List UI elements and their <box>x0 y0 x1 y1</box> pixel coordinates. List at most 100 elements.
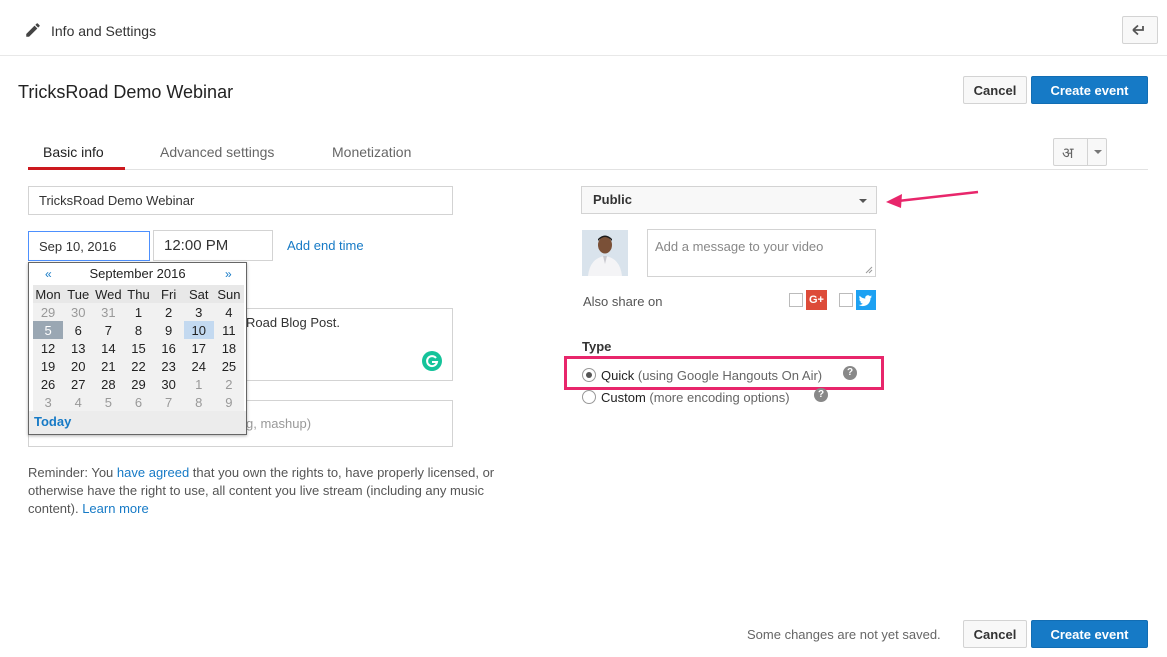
calendar-day[interactable]: 23 <box>153 357 184 375</box>
weekday-header: Sun <box>213 285 244 303</box>
calendar-day[interactable]: 29 <box>123 375 154 393</box>
calendar-day[interactable]: 30 <box>153 375 184 393</box>
topbar-title: Info and Settings <box>51 23 157 39</box>
calendar-day[interactable]: 9 <box>153 321 184 339</box>
cancel-button[interactable]: Cancel <box>963 76 1027 104</box>
back-button[interactable] <box>1122 16 1158 44</box>
calendar-day[interactable]: 14 <box>93 339 124 357</box>
calendar-day[interactable]: 21 <box>93 357 124 375</box>
calendar-day[interactable]: 6 <box>63 321 94 339</box>
chevron-down-icon <box>1094 150 1102 154</box>
footer-cancel-button[interactable]: Cancel <box>963 620 1027 648</box>
custom-sub-text: (more encoding options) <box>649 390 790 405</box>
calendar-day[interactable]: 17 <box>183 339 214 357</box>
calendar-day[interactable]: 8 <box>123 321 154 339</box>
quick-sub-text: (using Google Hangouts On Air) <box>637 368 823 383</box>
title-input[interactable]: TricksRoad Demo Webinar <box>28 186 453 215</box>
weekday-header: Thu <box>123 285 154 303</box>
calendar-day[interactable]: 13 <box>63 339 94 357</box>
back-arrow-icon <box>1132 24 1144 36</box>
calendar-day[interactable]: 11 <box>213 321 244 339</box>
share-gplus-checkbox[interactable] <box>789 293 803 307</box>
calendar-day[interactable]: 10 <box>183 321 214 339</box>
custom-radio[interactable] <box>582 390 596 404</box>
privacy-select[interactable]: Public <box>581 186 877 214</box>
calendar-day[interactable]: 9 <box>213 393 244 411</box>
calendar-day[interactable]: 4 <box>63 393 94 411</box>
weekday-header: Tue <box>63 285 94 303</box>
custom-label-text: Custom <box>601 390 646 405</box>
calendar-day[interactable]: 8 <box>183 393 214 411</box>
tab-monetization[interactable]: Monetization <box>332 144 411 160</box>
start-time-input[interactable]: 12:00 PM <box>153 230 273 261</box>
description-text: Road Blog Post. <box>246 315 340 330</box>
add-end-time-link[interactable]: Add end time <box>287 238 364 253</box>
help-icon[interactable]: ? <box>843 366 857 380</box>
top-bar: Info and Settings <box>0 0 1167 56</box>
share-twitter-checkbox[interactable] <box>839 293 853 307</box>
weekday-header: Sat <box>183 285 214 303</box>
date-picker: September 2016 « » Mon Tue Wed Thu Fri Sat Sun… <box>28 262 247 435</box>
gplus-icon: G+ <box>806 290 827 310</box>
calendar-day[interactable]: 26 <box>33 375 64 393</box>
quick-radio[interactable] <box>582 368 596 382</box>
calendar-grid: Mon Tue Wed Thu Fri Sat Sun 29 30 31 1 2 3 4 5 6 7 8 9 10 1… <box>33 285 244 411</box>
twitter-icon <box>856 290 876 310</box>
tab-basic-info[interactable]: Basic info <box>43 144 104 160</box>
annotation-arrow-icon <box>886 190 979 208</box>
calendar-day[interactable]: 24 <box>183 357 214 375</box>
calendar-day[interactable]: 15 <box>123 339 154 357</box>
start-date-input[interactable]: Sep 10, 2016 <box>28 231 150 261</box>
calendar-day[interactable]: 4 <box>213 303 244 321</box>
calendar-day[interactable]: 27 <box>63 375 94 393</box>
calendar-day[interactable]: 1 <box>183 375 214 393</box>
today-button[interactable]: Today <box>29 411 246 434</box>
resize-handle-icon[interactable] <box>865 266 873 274</box>
calendar-day[interactable]: 12 <box>33 339 64 357</box>
calendar-day[interactable]: 20 <box>63 357 94 375</box>
calendar-day[interactable]: 7 <box>93 321 124 339</box>
help-icon[interactable]: ? <box>814 388 828 402</box>
calendar-day[interactable]: 6 <box>123 393 154 411</box>
language-divider <box>1087 139 1088 165</box>
language-selector[interactable]: अ <box>1053 138 1107 166</box>
calendar-day[interactable]: 22 <box>123 357 154 375</box>
page-title: TricksRoad Demo Webinar <box>18 82 234 102</box>
grammarly-icon[interactable] <box>422 351 442 371</box>
footer-create-event-button[interactable]: Create event <box>1031 620 1148 648</box>
calendar-day[interactable]: 5 <box>33 321 64 339</box>
tab-advanced-settings[interactable]: Advanced settings <box>160 144 274 160</box>
calendar-day[interactable]: 29 <box>33 303 64 321</box>
calendar-day[interactable]: 1 <box>123 303 154 321</box>
create-event-button[interactable]: Create event <box>1031 76 1148 104</box>
calendar-day[interactable]: 19 <box>33 357 64 375</box>
calendar-day[interactable]: 3 <box>33 393 64 411</box>
calendar-day[interactable]: 2 <box>153 303 184 321</box>
calendar-month: September 2016 <box>89 266 186 281</box>
quick-label-text: Quick <box>601 368 635 383</box>
calendar-day[interactable]: 25 <box>213 357 244 375</box>
calendar-day[interactable]: 31 <box>93 303 124 321</box>
tags-placeholder: g, mashup) <box>246 416 312 431</box>
prev-month-button[interactable]: « <box>45 267 52 281</box>
have-agreed-link[interactable]: have agreed <box>117 465 189 480</box>
video-message-textarea[interactable]: Add a message to your video <box>647 229 876 277</box>
calendar-day[interactable]: 7 <box>153 393 184 411</box>
weekday-header: Mon <box>33 285 64 303</box>
calendar-day[interactable]: 3 <box>183 303 214 321</box>
quick-option-label: Quick (using Google Hangouts On Air) <box>601 368 822 383</box>
next-month-button[interactable]: » <box>225 267 232 281</box>
learn-more-link[interactable]: Learn more <box>82 501 148 516</box>
custom-option-label: Custom (more encoding options) <box>601 390 790 405</box>
type-label: Type <box>582 339 612 354</box>
calendar-day[interactable]: 2 <box>213 375 244 393</box>
unsaved-changes-note: Some changes are not yet saved. <box>747 627 941 642</box>
language-glyph: अ <box>1062 145 1074 162</box>
calendar-header: September 2016 « » <box>29 263 246 285</box>
calendar-day[interactable]: 28 <box>93 375 124 393</box>
calendar-day[interactable]: 18 <box>213 339 244 357</box>
calendar-day[interactable]: 30 <box>63 303 94 321</box>
calendar-day[interactable]: 16 <box>153 339 184 357</box>
calendar-day[interactable]: 5 <box>93 393 124 411</box>
rights-reminder: Reminder: You have agreed that you own t… <box>28 464 528 518</box>
